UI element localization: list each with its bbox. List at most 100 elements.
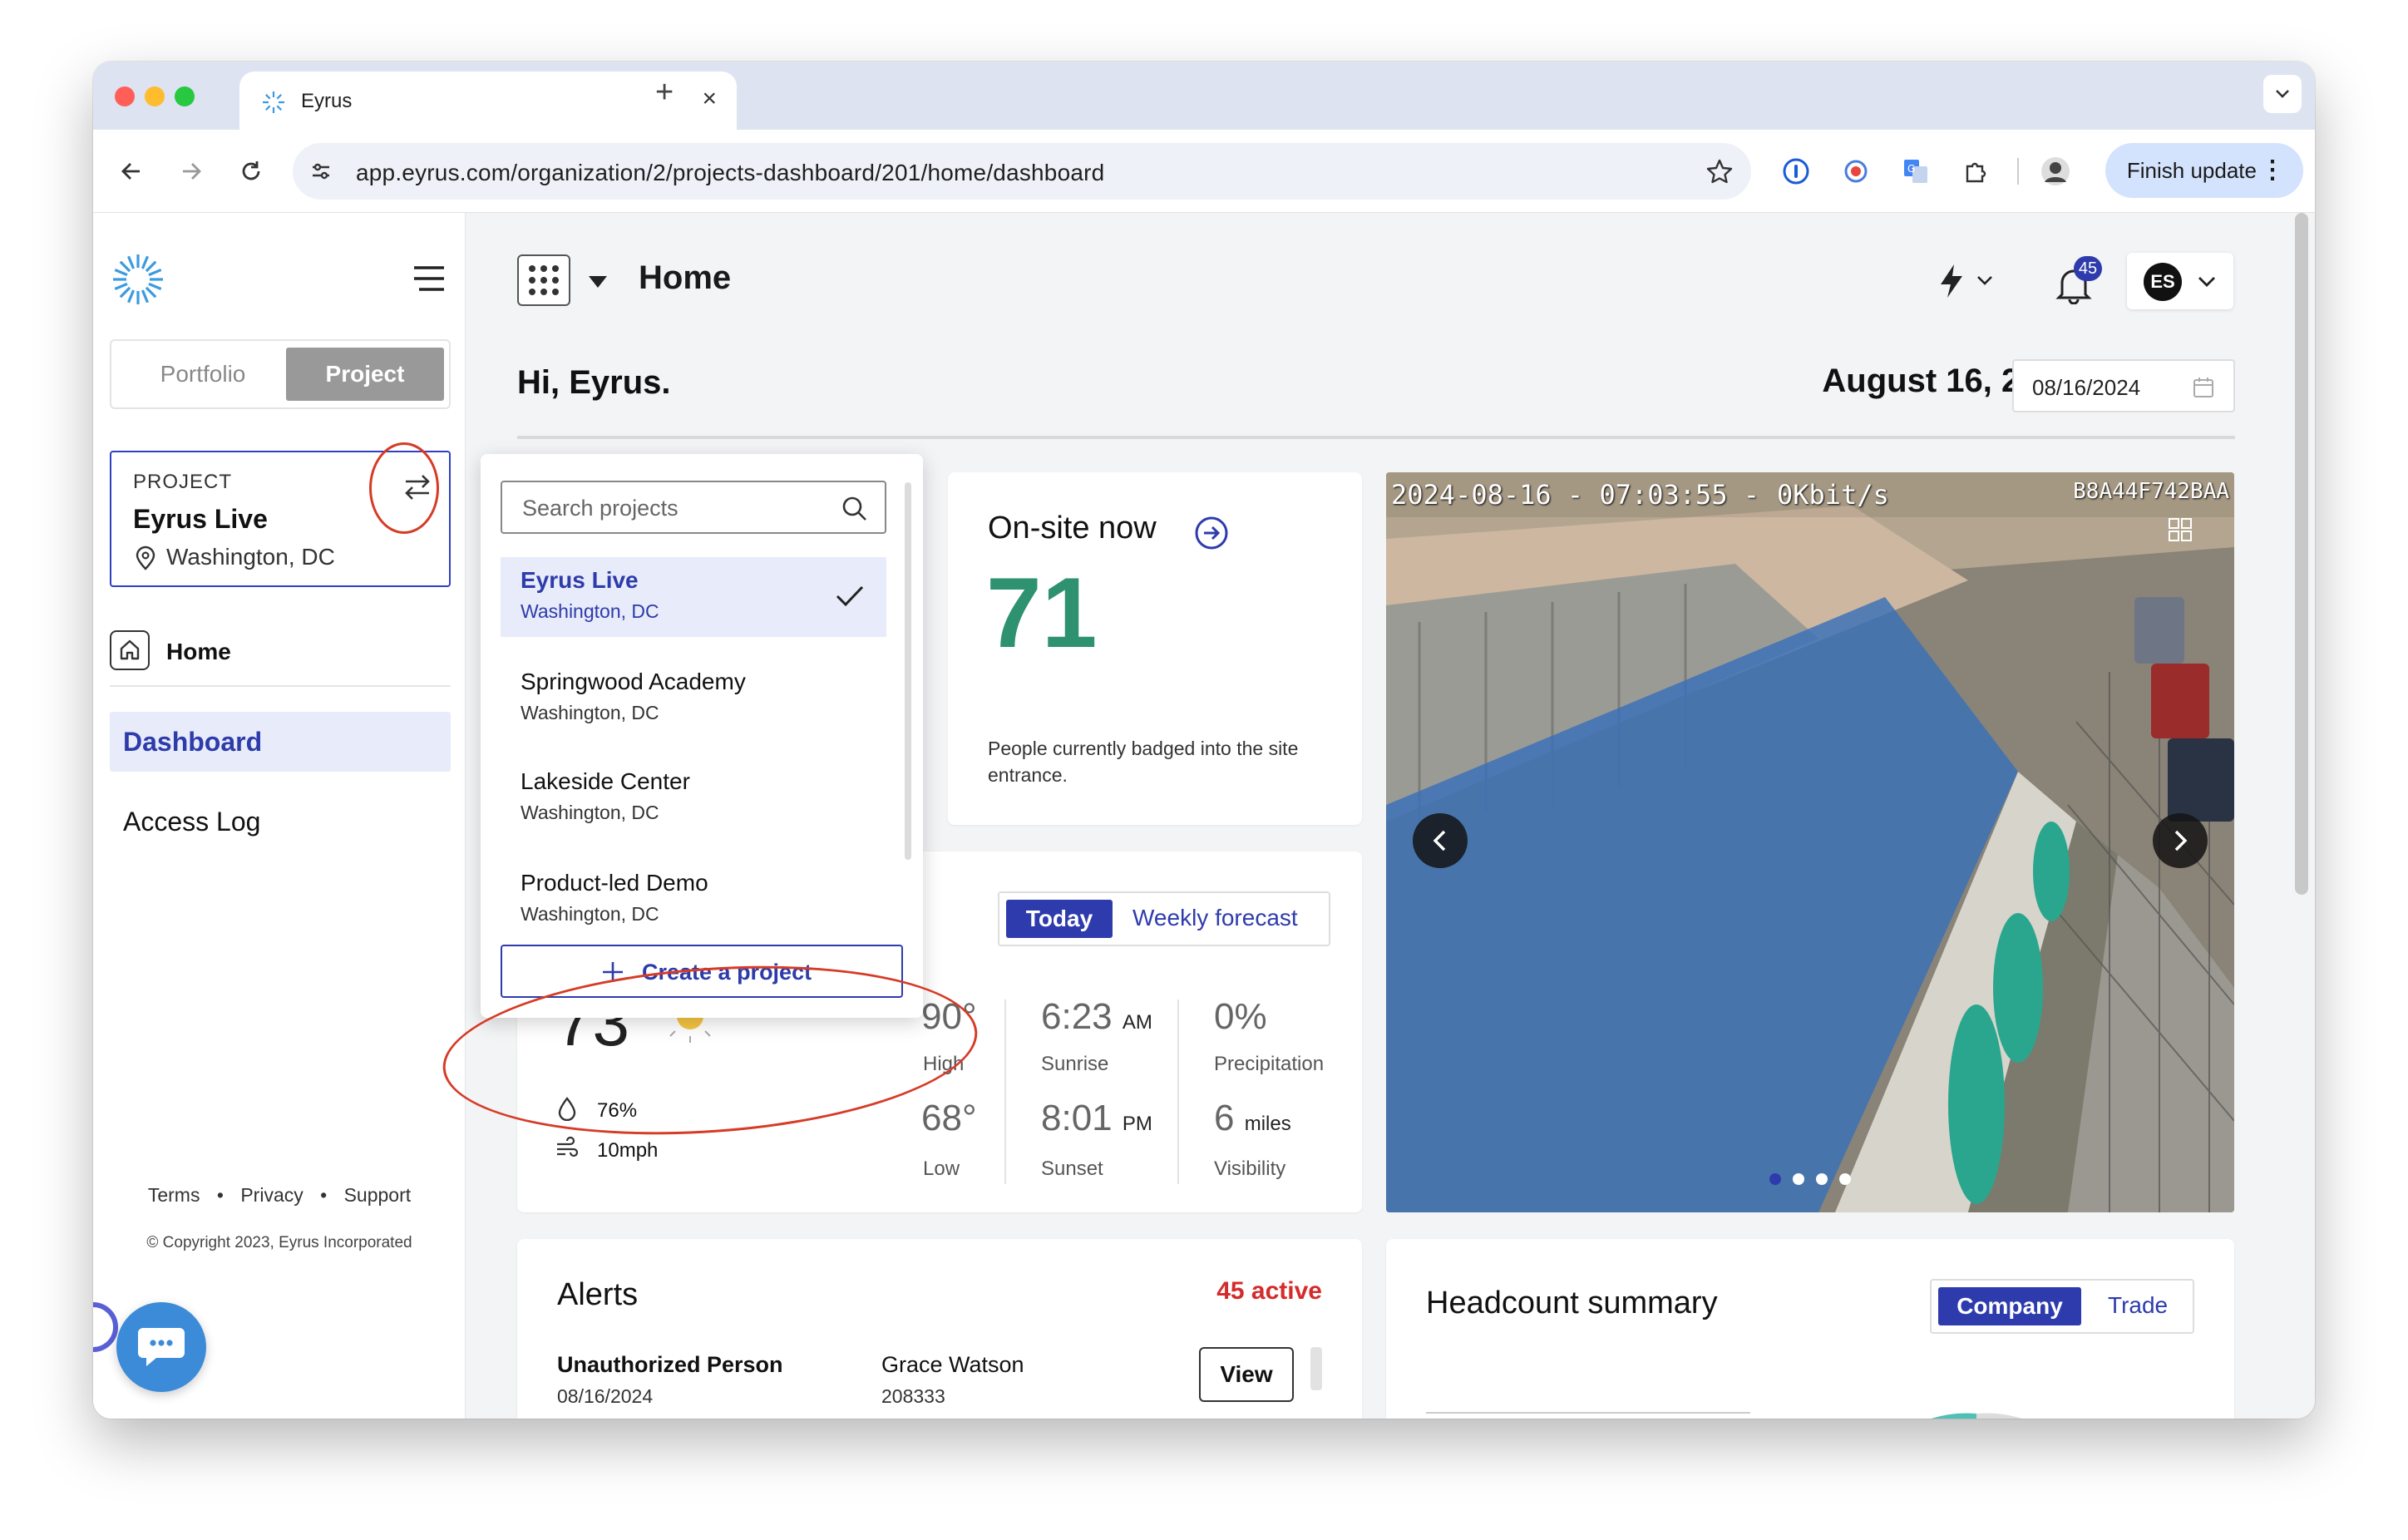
project-option-product-led-demo[interactable]: Product-led Demo Washington, DC bbox=[501, 860, 886, 940]
forward-button[interactable] bbox=[173, 153, 210, 190]
camera-prev-button[interactable] bbox=[1413, 813, 1468, 868]
caret-down-icon[interactable] bbox=[589, 276, 607, 288]
search-projects-input[interactable]: Search projects bbox=[501, 481, 886, 534]
onsite-title: On-site now bbox=[988, 511, 1157, 545]
sidebar-home-label: Home bbox=[166, 639, 231, 664]
alerts-title: Alerts bbox=[557, 1277, 639, 1312]
tab-today[interactable]: Today bbox=[1006, 900, 1113, 938]
sunrise-value: 6:23 bbox=[1041, 996, 1113, 1037]
project-option-location: Washington, DC bbox=[521, 802, 659, 823]
tab-trade[interactable]: Trade bbox=[2108, 1292, 2168, 1319]
finish-update-label: Finish update bbox=[2126, 158, 2257, 183]
visibility-number: 6 bbox=[1214, 1098, 1235, 1138]
eyrus-logo-icon[interactable] bbox=[110, 251, 166, 308]
camera-feed[interactable]: 2024-08-16 - 07:03:55 - 0Kbit/s B8A44F74… bbox=[1386, 472, 2234, 1212]
browser-window: Eyrus × + app.eyrus.com/organization/2/p… bbox=[93, 62, 2315, 1419]
date-picker-input[interactable]: 08/16/2024 bbox=[2012, 359, 2235, 412]
chevron-right-icon bbox=[2174, 830, 2188, 851]
sunrise-label: Sunrise bbox=[1041, 1053, 1109, 1075]
arrow-circle-right-icon[interactable] bbox=[1194, 516, 1229, 550]
project-label: PROJECT bbox=[133, 471, 233, 493]
copyright-text: © Copyright 2023, Eyrus Incorporated bbox=[146, 1234, 412, 1251]
project-location: Washington, DC bbox=[166, 544, 335, 570]
portfolio-project-toggle: Portfolio Project bbox=[110, 339, 451, 409]
grid-dots-icon bbox=[529, 265, 559, 295]
page-scrollbar[interactable] bbox=[2295, 213, 2308, 895]
page-header: Home 45 ES bbox=[466, 213, 2315, 354]
project-option-eyrus-live[interactable]: Eyrus Live Washington, DC bbox=[501, 557, 886, 637]
header-divider-line bbox=[517, 436, 2235, 439]
visibility-label: Visibility bbox=[1214, 1157, 1286, 1180]
alerts-active-count: 45 active bbox=[1216, 1277, 1322, 1305]
grid-view-icon[interactable] bbox=[2168, 517, 2193, 542]
weather-divider bbox=[1177, 1000, 1179, 1184]
date-input-value: 08/16/2024 bbox=[2032, 375, 2141, 400]
chat-support-button[interactable] bbox=[116, 1302, 206, 1392]
translate-extension[interactable]: G bbox=[1897, 153, 1934, 190]
back-button[interactable] bbox=[113, 153, 150, 190]
chat-indicator-ring bbox=[93, 1302, 118, 1352]
tab-company[interactable]: Company bbox=[1938, 1287, 2081, 1325]
browser-toolbar: app.eyrus.com/organization/2/projects-da… bbox=[93, 130, 2315, 213]
alert-person: Grace Watson bbox=[881, 1352, 1024, 1377]
profile-button[interactable] bbox=[2037, 153, 2074, 190]
alert-date: 08/16/2024 bbox=[557, 1385, 654, 1407]
weather-tabs: Today Weekly forecast bbox=[998, 891, 1330, 946]
app-launcher-button[interactable] bbox=[517, 254, 570, 306]
sidebar-item-access-log[interactable]: Access Log bbox=[123, 807, 260, 837]
privacy-link[interactable]: Privacy bbox=[240, 1184, 303, 1206]
support-link[interactable]: Support bbox=[344, 1184, 412, 1206]
notifications-button[interactable]: 45 bbox=[2055, 256, 2102, 306]
project-option-springwood[interactable]: Springwood Academy Washington, DC bbox=[501, 659, 886, 738]
chevron-down-icon bbox=[2198, 277, 2215, 287]
extensions-button[interactable] bbox=[1957, 153, 1994, 190]
user-avatar: ES bbox=[2144, 263, 2182, 301]
close-tab-icon[interactable]: × bbox=[702, 85, 717, 113]
site-settings-icon[interactable] bbox=[309, 160, 333, 183]
headcount-title: Headcount summary bbox=[1426, 1286, 1718, 1320]
camera-id: B8A44F742BAA bbox=[2073, 479, 2229, 504]
alert-row: Unauthorized Person 08/16/2024 Grace Wat… bbox=[557, 1347, 1330, 1419]
sidebar-item-home[interactable]: Home bbox=[110, 624, 451, 687]
new-tab-button[interactable]: + bbox=[655, 75, 674, 111]
terms-link[interactable]: Terms bbox=[148, 1184, 200, 1206]
carousel-dot[interactable] bbox=[1816, 1173, 1828, 1185]
chevron-down-icon bbox=[2276, 90, 2289, 98]
alert-type: Unauthorized Person bbox=[557, 1352, 783, 1377]
finish-update-button[interactable]: Finish update ⋮ bbox=[2105, 143, 2303, 198]
quick-actions-button[interactable] bbox=[1937, 263, 2004, 299]
wind-icon bbox=[557, 1136, 579, 1157]
camera-next-button[interactable] bbox=[2153, 813, 2208, 868]
onsite-description: People currently badged into the site en… bbox=[988, 738, 1299, 786]
carousel-dot[interactable] bbox=[1793, 1173, 1804, 1185]
dropdown-scrollbar[interactable] bbox=[905, 482, 911, 860]
precipitation-label: Precipitation bbox=[1214, 1053, 1325, 1075]
sunrise-time: 6:23 AM bbox=[1041, 996, 1152, 1038]
hamburger-menu-icon[interactable] bbox=[412, 264, 446, 293]
toggle-project[interactable]: Project bbox=[286, 348, 444, 401]
alerts-scrollbar[interactable] bbox=[1310, 1347, 1322, 1390]
reload-button[interactable] bbox=[233, 153, 269, 190]
bookmark-star-icon[interactable] bbox=[1706, 158, 1733, 185]
close-window-button[interactable] bbox=[115, 86, 135, 106]
minimize-window-button[interactable] bbox=[145, 86, 165, 106]
password-manager-extension[interactable] bbox=[1778, 153, 1814, 190]
toggle-portfolio[interactable]: Portfolio bbox=[120, 348, 286, 401]
project-option-lakeside[interactable]: Lakeside Center Washington, DC bbox=[501, 758, 886, 838]
page-content: Portfolio Project PROJECT Eyrus Live Was… bbox=[93, 213, 2315, 1419]
alert-view-button[interactable]: View bbox=[1199, 1347, 1294, 1402]
tab-search-button[interactable] bbox=[2263, 75, 2302, 113]
precipitation-value: 0% bbox=[1214, 996, 1267, 1037]
url-text: app.eyrus.com/organization/2/projects-da… bbox=[356, 160, 1105, 185]
recorder-extension[interactable] bbox=[1838, 153, 1874, 190]
checkmark-icon bbox=[836, 585, 864, 607]
arrow-left-icon bbox=[121, 163, 140, 180]
tab-weekly-forecast[interactable]: Weekly forecast bbox=[1132, 905, 1298, 931]
address-bar[interactable]: app.eyrus.com/organization/2/projects-da… bbox=[293, 143, 1751, 200]
user-menu-button[interactable]: ES bbox=[2127, 253, 2233, 309]
carousel-dot[interactable] bbox=[1839, 1173, 1851, 1185]
maximize-window-button[interactable] bbox=[175, 86, 195, 106]
main-area: Home 45 ES Hi, Eyrus. August 16, 2024 08… bbox=[466, 213, 2315, 1419]
sidebar-item-dashboard[interactable]: Dashboard bbox=[110, 712, 451, 772]
carousel-dot-active[interactable] bbox=[1769, 1173, 1781, 1185]
